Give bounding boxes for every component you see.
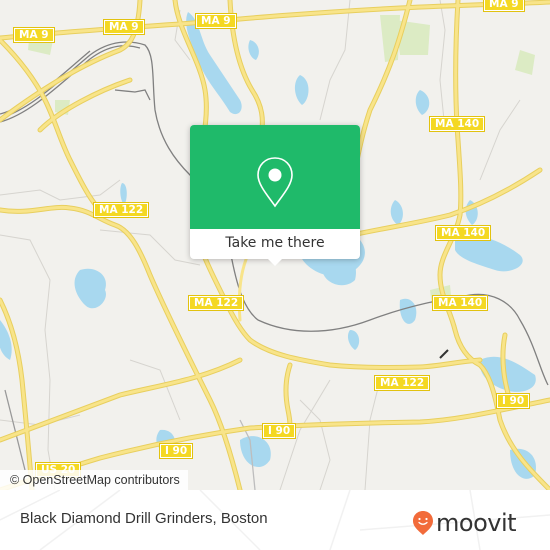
road-label-ma9: MA 9 [13, 27, 55, 43]
place-name: Black Diamond Drill Grinders, Boston [20, 510, 268, 527]
marker-line [439, 349, 449, 359]
popup-header [190, 125, 360, 229]
road-label-ma9: MA 9 [103, 19, 145, 35]
road-label-ma122: MA 122 [187, 295, 245, 311]
road-label-ma122: MA 122 [373, 375, 431, 391]
location-pin-icon [257, 157, 293, 208]
map-attribution[interactable]: © OpenStreetMap contributors [0, 470, 188, 490]
road-label-ma9: MA 9 [483, 0, 525, 12]
road-label-i90: I 90 [261, 423, 297, 439]
take-me-there-button[interactable]: Take me there [190, 229, 360, 259]
popup-pointer [267, 258, 283, 266]
road-label-i90: I 90 [158, 443, 194, 459]
map[interactable]: MA 9 MA 9 MA 9 MA 9 MA 140 MA 122 MA 140… [0, 0, 550, 490]
road-label-ma140: MA 140 [434, 225, 492, 241]
location-popup: Take me there [190, 125, 360, 266]
road-label-i90: I 90 [495, 393, 531, 409]
moovit-wordmark: moovit [436, 509, 517, 537]
moovit-pin-icon [413, 511, 433, 535]
road-label-ma9: MA 9 [195, 13, 237, 29]
road-label-ma140: MA 140 [431, 295, 489, 311]
railways [0, 41, 549, 490]
road-label-ma140: MA 140 [428, 116, 486, 132]
moovit-logo[interactable]: moovit [412, 509, 517, 537]
road-label-ma122: MA 122 [92, 202, 150, 218]
